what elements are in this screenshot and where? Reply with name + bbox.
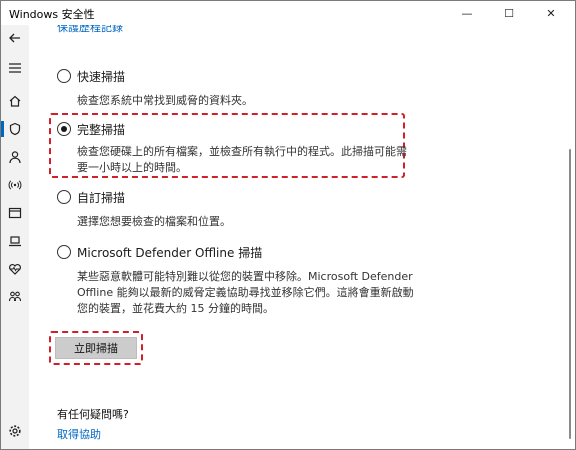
app-browser-icon[interactable]	[5, 203, 25, 223]
offline-scan-radio[interactable]	[57, 245, 71, 259]
maximize-button[interactable]: ☐	[489, 1, 529, 25]
quick-scan-radio[interactable]	[57, 69, 71, 83]
network-wireless-icon[interactable]	[5, 175, 25, 195]
back-arrow-icon[interactable]	[5, 28, 25, 48]
minimize-button[interactable]: —	[447, 1, 487, 25]
device-security-icon[interactable]	[5, 231, 25, 251]
scrollbar[interactable]	[565, 25, 575, 449]
offline-scan-desc: 某些惡意軟體可能特別難以從您的裝置中移除。Microsoft Defender …	[77, 270, 414, 315]
scroll-thumb[interactable]	[569, 149, 571, 439]
get-help-link[interactable]: 取得協助	[57, 426, 101, 442]
app-window: Windows 安全性 — ☐ ✕ 保護歷程記錄 快速掃描 檢查您系統中常找到威…	[0, 0, 576, 450]
account-person-icon[interactable]	[5, 147, 25, 167]
device-health-heart-icon[interactable]	[5, 259, 25, 279]
custom-scan-desc: 選擇您想要檢查的檔案和位置。	[77, 215, 231, 228]
title-bar: Windows 安全性 — ☐ ✕	[1, 1, 575, 25]
hamburger-menu-icon[interactable]	[5, 58, 25, 78]
quick-scan-label: 快速掃描	[77, 70, 126, 84]
home-icon[interactable]	[5, 91, 25, 111]
scan-options-panel: 保護歷程記錄 快速掃描 檢查您系統中常找到威脅的資料夾。 完整掃描 檢查您硬碟上…	[29, 25, 565, 449]
scan-now-button[interactable]: 立即掃描	[55, 337, 137, 359]
shield-icon[interactable]	[1, 119, 25, 139]
family-icon[interactable]	[5, 287, 25, 307]
settings-gear-icon[interactable]	[5, 421, 25, 441]
full-scan-label: 完整掃描	[77, 123, 126, 137]
window-title: Windows 安全性	[9, 8, 95, 21]
custom-scan-label: 自訂掃描	[77, 191, 126, 205]
sidebar-nav	[1, 25, 29, 449]
quick-scan-desc: 檢查您系統中常找到威脅的資料夾。	[77, 94, 253, 107]
faq-title: 有任何疑問嗎?	[57, 408, 129, 421]
protection-history-link[interactable]: 保護歷程記錄	[57, 25, 123, 35]
close-button[interactable]: ✕	[531, 1, 571, 25]
full-scan-radio[interactable]	[57, 122, 71, 136]
custom-scan-radio[interactable]	[57, 190, 71, 204]
full-scan-desc: 檢查您硬碟上的所有檔案，並檢查所有執行中的程式。此掃描可能需要一小時以上的時間。	[77, 145, 407, 174]
offline-scan-label: Microsoft Defender Offline 掃描	[77, 246, 263, 260]
